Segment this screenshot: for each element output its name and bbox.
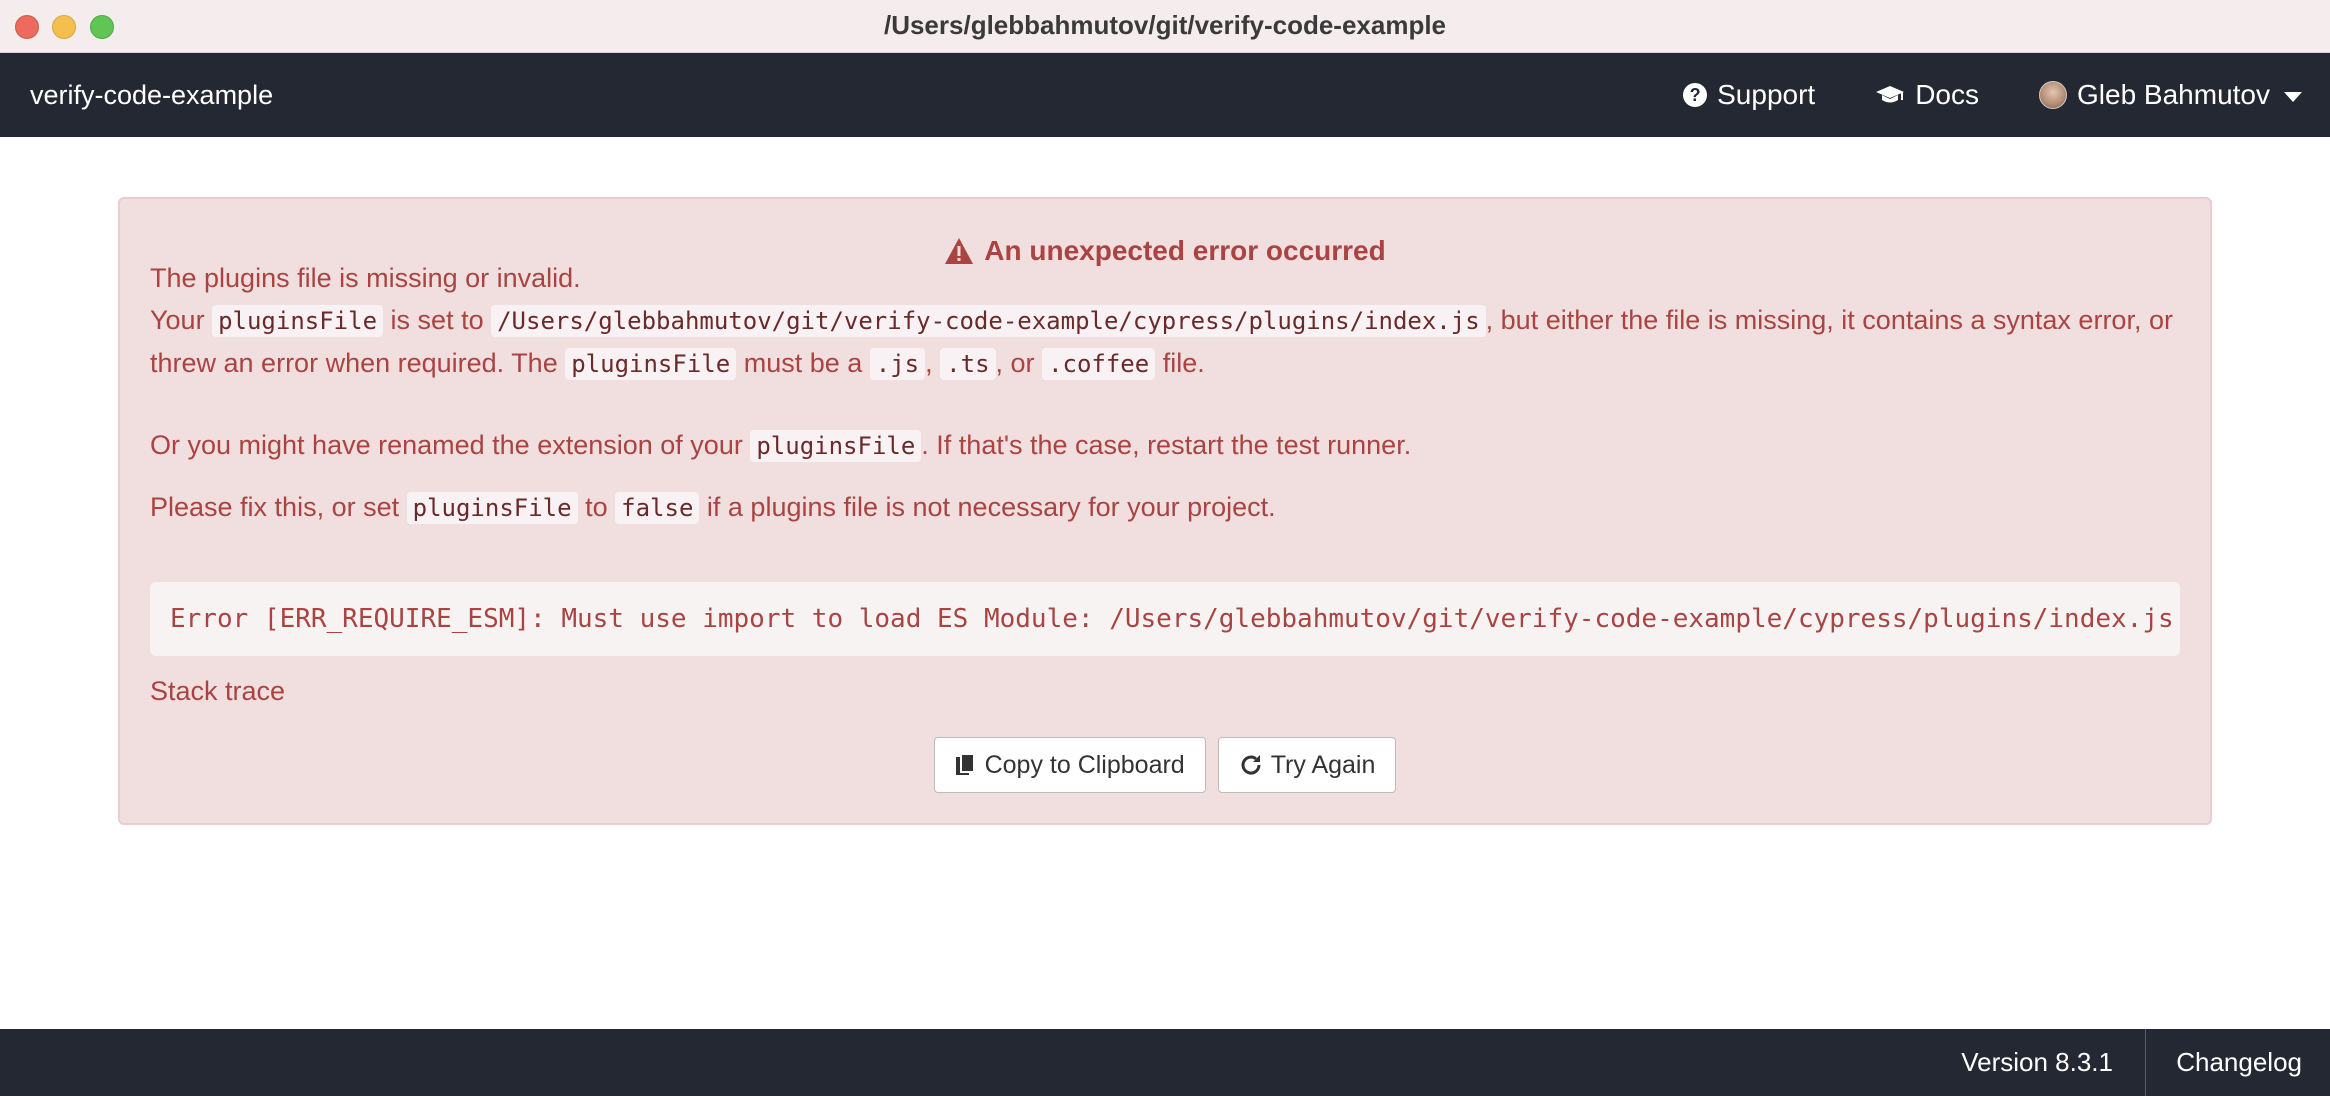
code-ext-ts: .ts xyxy=(940,348,996,380)
footer-bar: Version 8.3.1 Changelog xyxy=(0,1029,2330,1096)
refresh-icon xyxy=(1241,755,1261,775)
text: . If that's the case, restart the test r… xyxy=(921,430,1412,460)
code-plugins-file: pluginsFile xyxy=(212,305,384,337)
copy-icon xyxy=(955,753,975,775)
text: file. xyxy=(1162,348,1205,378)
error-code-block: Error [ERR_REQUIRE_ESM]: Must use import… xyxy=(150,582,2180,656)
error-actions: Copy to Clipboard Try Again xyxy=(120,737,2210,793)
code-ext-js: .js xyxy=(869,348,926,380)
code-plugins-file: pluginsFile xyxy=(406,492,578,524)
graduation-cap-icon xyxy=(1876,86,1905,103)
user-name: Gleb Bahmutov xyxy=(2077,79,2270,110)
error-paragraph-2: Your pluginsFile is set to /Users/glebba… xyxy=(150,299,2180,385)
changelog-link[interactable]: Changelog xyxy=(2176,1029,2302,1096)
avatar xyxy=(2039,81,2067,109)
copy-button-label: Copy to Clipboard xyxy=(984,750,1185,779)
project-name[interactable]: verify-code-example xyxy=(30,53,273,137)
text: if a plugins file is not necessary for y… xyxy=(706,492,1276,522)
text: is set to xyxy=(390,305,484,335)
text: must be a xyxy=(743,348,863,378)
docs-label: Docs xyxy=(1915,79,1979,110)
try-again-label: Try Again xyxy=(1270,750,1376,779)
copy-to-clipboard-button[interactable]: Copy to Clipboard xyxy=(933,737,1206,793)
version-label[interactable]: Version 8.3.1 xyxy=(1961,1029,2146,1096)
support-label: Support xyxy=(1717,79,1816,110)
stack-trace-toggle[interactable]: Stack trace xyxy=(150,676,285,707)
text: , or xyxy=(995,348,1035,378)
code-plugins-file: pluginsFile xyxy=(750,430,922,462)
error-paragraph-4: Please fix this, or set pluginsFile to f… xyxy=(150,486,2180,529)
question-circle-icon: ? xyxy=(1683,83,1708,107)
caret-down-icon xyxy=(2284,91,2302,102)
error-panel: An unexpected error occurred The plugins… xyxy=(118,197,2212,825)
code-false: false xyxy=(615,492,700,524)
window-titlebar: /Users/glebbahmutov/git/verify-code-exam… xyxy=(0,0,2330,53)
text: , xyxy=(925,348,933,378)
error-line-1: The plugins file is missing or invalid. xyxy=(150,263,581,293)
docs-link[interactable]: Docs xyxy=(1875,79,1979,111)
top-navbar: verify-code-example ? Support Docs Gleb … xyxy=(0,53,2330,137)
code-plugins-file: pluginsFile xyxy=(565,348,737,380)
error-paragraph-3: Or you might have renamed the extension … xyxy=(150,424,2180,467)
nav-links: ? Support Docs Gleb Bahmutov xyxy=(1683,53,2302,137)
user-menu[interactable]: Gleb Bahmutov xyxy=(2039,79,2302,111)
text: Please fix this, or set xyxy=(150,492,400,522)
support-link[interactable]: ? Support xyxy=(1683,79,1815,111)
window-title: /Users/glebbahmutov/git/verify-code-exam… xyxy=(883,10,1447,40)
text: to xyxy=(585,492,608,522)
code-plugins-path: /Users/glebbahmutov/git/verify-code-exam… xyxy=(491,305,1486,337)
try-again-button[interactable]: Try Again xyxy=(1217,737,1397,793)
text: Your xyxy=(150,305,205,335)
code-ext-coffee: .coffee xyxy=(1042,348,1156,380)
text: Or you might have renamed the extension … xyxy=(150,430,743,460)
